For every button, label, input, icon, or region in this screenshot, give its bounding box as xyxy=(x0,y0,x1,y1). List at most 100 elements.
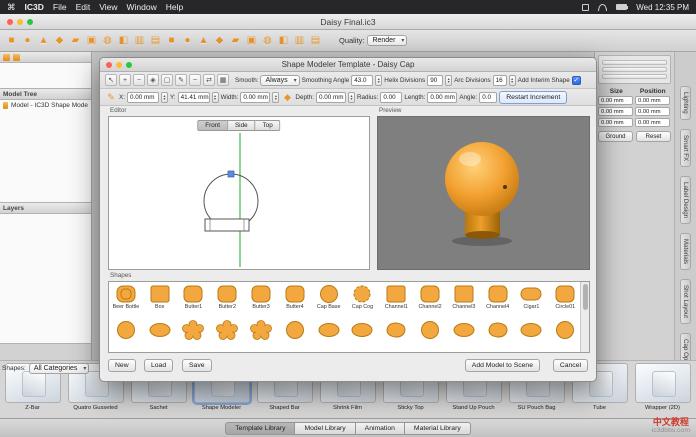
depth-stepper[interactable] xyxy=(348,92,355,103)
layers-body[interactable] xyxy=(0,214,91,344)
apple-menu-icon[interactable]: ⌘ xyxy=(7,2,16,13)
side-tab-shot-layout[interactable]: Shot Layout xyxy=(680,279,691,324)
position-field[interactable]: 0.00 mm xyxy=(635,118,670,127)
depth-input[interactable]: 0.00 mm xyxy=(316,92,346,103)
tool-row[interactable] xyxy=(602,60,667,65)
quality-select[interactable]: Render xyxy=(367,35,407,46)
zoom-out-icon[interactable]: − xyxy=(133,74,145,86)
redo-icon[interactable]: ◍ xyxy=(101,34,114,47)
scale-icon[interactable]: ◆ xyxy=(213,34,226,47)
settings-icon[interactable]: ▤ xyxy=(309,34,322,47)
preview-viewport[interactable] xyxy=(377,116,590,270)
tab-template-library[interactable]: Template Library xyxy=(225,422,295,435)
shapes-category-select[interactable]: All Categories xyxy=(29,363,90,374)
undo-icon[interactable]: ▣ xyxy=(85,34,98,47)
side-tab-materials[interactable]: Materials xyxy=(680,233,691,270)
move-icon[interactable]: ● xyxy=(181,34,194,47)
light-icon[interactable]: ▰ xyxy=(229,34,242,47)
length-input[interactable]: 0.00 mm xyxy=(427,92,457,103)
shape-butter2[interactable]: Butter2 xyxy=(210,282,244,318)
shape-cap-cog[interactable]: Cap Cog xyxy=(346,282,380,318)
size-field[interactable]: 0.00 mm xyxy=(598,118,633,127)
tool-row[interactable] xyxy=(602,74,667,79)
angle-input[interactable]: 0.0 xyxy=(479,92,497,103)
editor-viewport[interactable]: FrontSideTop xyxy=(108,116,370,270)
helix-divisions-input[interactable]: 90 xyxy=(427,75,443,86)
menubar-clock[interactable]: Wed 12:35 PM xyxy=(636,3,689,12)
helix-divisions-stepper[interactable] xyxy=(445,75,452,86)
arc-divisions-input[interactable]: 16 xyxy=(493,75,507,86)
mode-tool-icon[interactable]: ◆ xyxy=(281,91,293,103)
width-input[interactable]: 0.00 mm xyxy=(240,92,270,103)
grid-icon[interactable]: ▦ xyxy=(217,74,229,86)
shape-circle[interactable] xyxy=(548,318,582,353)
minimize-button[interactable] xyxy=(17,19,23,25)
shape-box[interactable]: Box xyxy=(143,282,177,318)
save-icon[interactable]: ▲ xyxy=(37,34,50,47)
object-panel-icon2[interactable] xyxy=(13,54,20,61)
add-interim-checkbox[interactable]: ✓ xyxy=(572,76,581,85)
y-input[interactable]: 41.41 mm xyxy=(178,92,210,103)
dialog-titlebar[interactable]: Shape Modeler Template - Daisy Cap xyxy=(100,58,596,72)
menu-item-file[interactable]: File xyxy=(53,2,67,12)
size-field[interactable]: 0.00 mm xyxy=(598,107,633,116)
shapes-scroll-thumb[interactable] xyxy=(583,284,588,310)
tab-material-library[interactable]: Material Library xyxy=(405,422,471,435)
view-tab-front[interactable]: Front xyxy=(197,120,228,131)
menu-item-edit[interactable]: Edit xyxy=(76,2,91,12)
wifi-icon[interactable] xyxy=(598,4,607,11)
shape-circle[interactable] xyxy=(413,318,447,353)
copy-icon[interactable]: ◧ xyxy=(117,34,130,47)
radius-input[interactable]: 0.00 xyxy=(380,92,402,103)
select-icon[interactable]: ■ xyxy=(165,34,178,47)
side-tab-lighting[interactable]: Lighting xyxy=(680,86,691,120)
window-titlebar[interactable]: Daisy Final.ic3 xyxy=(0,14,696,30)
battery-icon[interactable] xyxy=(616,4,627,10)
shape-flower[interactable] xyxy=(177,318,211,353)
shape-blob[interactable] xyxy=(481,318,515,353)
cancel-button[interactable]: Cancel xyxy=(553,359,588,372)
pan-icon[interactable]: ◈ xyxy=(147,74,159,86)
object-panel-body[interactable] xyxy=(0,63,91,89)
reset-button[interactable]: Reset xyxy=(636,131,671,142)
shape-ellipse[interactable] xyxy=(346,318,380,353)
shape-circle[interactable] xyxy=(278,318,312,353)
shapes-scrollbar[interactable] xyxy=(580,282,589,352)
save-button[interactable]: Save xyxy=(182,359,212,372)
new-scene-icon[interactable]: ■ xyxy=(5,34,18,47)
side-tab-label-design[interactable]: Label Design xyxy=(680,176,691,224)
menu-item-window[interactable]: Window xyxy=(127,2,157,12)
shape-ellipse[interactable] xyxy=(312,318,346,353)
x-stepper[interactable] xyxy=(161,92,168,103)
size-field[interactable]: 0.00 mm xyxy=(598,96,633,105)
x-input[interactable]: 0.00 mm xyxy=(127,92,159,103)
profile-handle[interactable] xyxy=(228,171,234,177)
shape-ellipse[interactable] xyxy=(143,318,177,353)
position-field[interactable]: 0.00 mm xyxy=(635,107,670,116)
menu-item-ic3d[interactable]: IC3D xyxy=(25,2,44,12)
smoothing-angle-stepper[interactable] xyxy=(375,75,382,86)
model-tree-item[interactable]: Model - IC3D Shape Mode xyxy=(0,100,91,111)
shape-butter3[interactable]: Butter3 xyxy=(244,282,278,318)
shape-channel3[interactable]: Channel3 xyxy=(447,282,481,318)
shape-channel2[interactable]: Channel2 xyxy=(413,282,447,318)
view-tab-side[interactable]: Side xyxy=(228,120,256,131)
ground-button[interactable]: Ground xyxy=(598,131,633,142)
add-model-to-scene-button[interactable]: Add Model to Scene xyxy=(465,359,540,372)
position-field[interactable]: 0.00 mm xyxy=(635,96,670,105)
tab-model-library[interactable]: Model Library xyxy=(295,422,355,435)
mirror-icon[interactable]: ⇄ xyxy=(203,74,215,86)
shape-cap-base[interactable]: Cap Base xyxy=(312,282,346,318)
render-icon[interactable]: ◍ xyxy=(261,34,274,47)
width-stepper[interactable] xyxy=(272,92,279,103)
shape-blob[interactable] xyxy=(379,318,413,353)
dialog-zoom-button[interactable] xyxy=(126,62,132,68)
spotlight-icon[interactable] xyxy=(582,4,589,11)
camera-icon[interactable]: ▣ xyxy=(245,34,258,47)
shape-circle01[interactable]: Circle01 xyxy=(548,282,582,318)
node-edit-icon[interactable]: ▢ xyxy=(161,74,173,86)
shape-flower[interactable] xyxy=(210,318,244,353)
paste-icon[interactable]: ▥ xyxy=(133,34,146,47)
menu-item-help[interactable]: Help xyxy=(166,2,183,12)
shape-flower[interactable] xyxy=(244,318,278,353)
